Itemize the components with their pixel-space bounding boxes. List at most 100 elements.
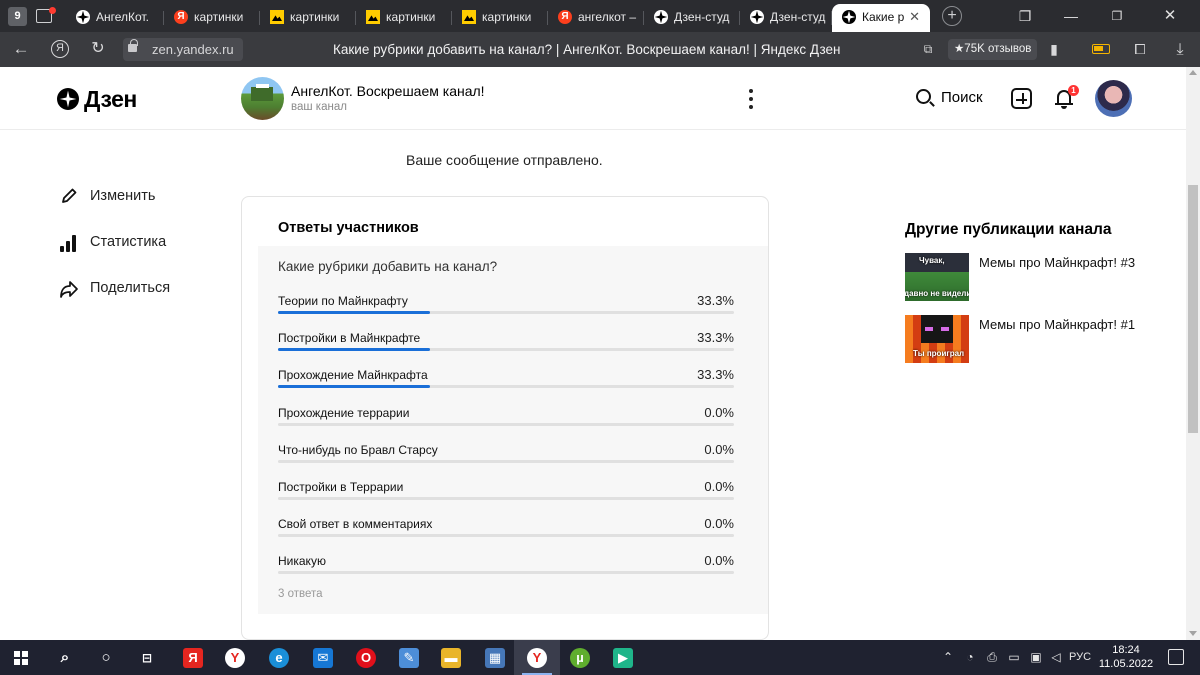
side-item-share[interactable]: Поделиться [58,277,198,301]
poll-option: Постройки в Майнкрафте 33.3% [278,330,734,353]
notification-center-icon[interactable] [1168,649,1184,665]
paint-icon: ✎ [399,648,419,668]
taskbar-app[interactable]: e [256,640,302,675]
tabs-collection-icon[interactable] [36,7,56,25]
language-indicator[interactable]: РУС [1066,640,1094,675]
page-content: Дзен АнгелКот. Воскрешаем канал! ваш кан… [0,67,1186,640]
create-post-icon[interactable] [1011,88,1032,109]
poll-option: Постройки в Террарии 0.0% [278,479,734,502]
search-taskbar-button[interactable]: ⌕ [42,640,88,675]
network-icon[interactable]: ▣ [1026,640,1046,675]
publication-item[interactable]: Чувак, давно не виделись Мемы про Майнкр… [905,253,1145,301]
extensions-icon[interactable]: ⧠ [1126,32,1154,67]
poll-option-track [278,311,734,314]
side-item-stats[interactable]: Статистика [58,231,198,255]
taskbar-app[interactable]: ▬ [428,640,474,675]
notification-badge: 1 [1068,85,1079,96]
tab-count-badge[interactable]: 9 [8,7,27,26]
reload-icon[interactable]: ↻ [83,32,113,67]
url-field[interactable]: zen.yandex.ru [123,38,243,61]
side-item-edit[interactable]: Изменить [58,185,198,209]
notifications-button[interactable]: 1 [1054,85,1079,111]
scroll-down-icon[interactable] [1189,631,1197,636]
other-publications-title: Другие публикации канала [905,221,1112,238]
site-header: Дзен АнгелКот. Воскрешаем канал! ваш кан… [0,67,1186,130]
printer-icon[interactable]: ⎙ [982,640,1002,675]
restore-icon[interactable]: ❐ [1094,0,1140,32]
page-scrollbar[interactable] [1186,67,1200,640]
browser-tab[interactable]: Я картинки [164,4,260,32]
browser-tab-active[interactable]: Какие р ✕ [832,4,930,32]
reviews-badge[interactable]: ★75K отзывов [948,39,1038,60]
poll-option: Свой ответ в комментариях 0.0% [278,516,734,539]
clock[interactable]: 18:24 11.05.2022 [1098,643,1154,671]
translate-icon[interactable]: ⧉ [914,32,942,67]
task-view-button[interactable]: ⊟ [124,640,170,675]
poll-option-track [278,571,734,575]
mail-icon: ✉ [313,648,333,668]
battery-saver-icon[interactable] [1092,44,1110,54]
taskbar-app[interactable]: ✉ [300,640,346,675]
cortana-button[interactable]: ○ [83,640,129,675]
user-avatar[interactable] [1095,80,1132,117]
more-options-icon[interactable] [743,87,759,111]
volume-icon[interactable]: ◁ [1046,640,1066,675]
scroll-thumb[interactable] [1188,185,1198,433]
publication-thumbnail: Ты проиграл [905,315,969,363]
browser-tab[interactable]: Дзен-студ [644,4,740,32]
taskbar: ⌕ ○ ⊟ Я Y e ✉ O ✎ ▬ ▦ Y µ ▶ ⌃ ◔ ⎙ ▭ ▣ ◁ … [0,640,1200,675]
yandex-icon: Я [174,10,188,24]
taskbar-app[interactable]: Y [212,640,258,675]
bookmark-icon[interactable]: ▮ [1040,32,1068,67]
battery-icon[interactable]: ▭ [1004,640,1024,675]
pencil-icon [62,188,77,203]
close-window-icon[interactable]: ✕ [1140,0,1200,32]
status-message: Ваше сообщение отправлено. [406,152,603,168]
yandex-icon: Я [51,40,69,58]
browser-tab[interactable]: картинки [356,4,452,32]
windows-icon [14,651,28,665]
browser-tab[interactable]: Дзен-студ [740,4,832,32]
window-panel-icon[interactable]: ❐ [1002,0,1048,32]
channel-name[interactable]: АнгелКот. Воскрешаем канал! [291,83,485,99]
browser-tab[interactable]: картинки [260,4,356,32]
close-tab-icon[interactable]: ✕ [909,4,920,30]
new-tab-button[interactable]: + [942,6,962,26]
browser-tab[interactable]: Я ангелкот – [548,4,644,32]
zen-icon [654,10,668,24]
edge-icon: e [269,648,289,668]
browser-tab[interactable]: АнгелКот. [66,4,164,32]
image-search-icon [366,10,380,24]
taskbar-app[interactable]: O [343,640,389,675]
taskbar-app[interactable]: Я [170,640,216,675]
poll-option-label: Прохождение террарии [278,405,410,420]
poll-option-percent: 33.3% [697,293,734,308]
card-title: Ответы участников [278,220,419,236]
scroll-up-icon[interactable] [1189,70,1197,75]
taskbar-app[interactable]: ▦ [472,640,518,675]
taskbar-app[interactable]: µ [557,640,603,675]
yandex-home-button[interactable]: Я [45,32,75,67]
browser-tab[interactable]: картинки [452,4,548,32]
taskbar-app[interactable]: ✎ [386,640,432,675]
wifi-icon[interactable]: ◔ [960,640,980,675]
show-hidden-icons[interactable]: ⌃ [938,640,958,675]
publication-item[interactable]: Ты проиграл Мемы про Майнкрафт! #1 [905,315,1145,363]
task-view-icon: ⊟ [141,651,153,665]
opera-icon: O [356,648,376,668]
poll-option-percent: 33.3% [697,367,734,383]
start-button[interactable] [0,640,46,675]
poll-option-percent: 0.0% [704,479,734,494]
back-icon[interactable]: ← [6,32,36,67]
poll-option: Теории по Майнкрафту 33.3% [278,293,734,316]
channel-avatar[interactable] [241,77,284,120]
downloads-icon[interactable]: ⤓ [1166,32,1194,67]
poll-option-label: Что-нибудь по Бравл Старсу [278,442,438,457]
taskbar-app-active[interactable]: Y [514,640,560,675]
poll-option-percent: 0.0% [704,404,734,420]
minimize-icon[interactable]: — [1048,0,1094,32]
poll-option: Прохождение террарии 0.0% [278,404,734,428]
poll-option-track [278,422,734,426]
taskbar-app[interactable]: ▶ [600,640,646,675]
search-icon [916,89,931,104]
